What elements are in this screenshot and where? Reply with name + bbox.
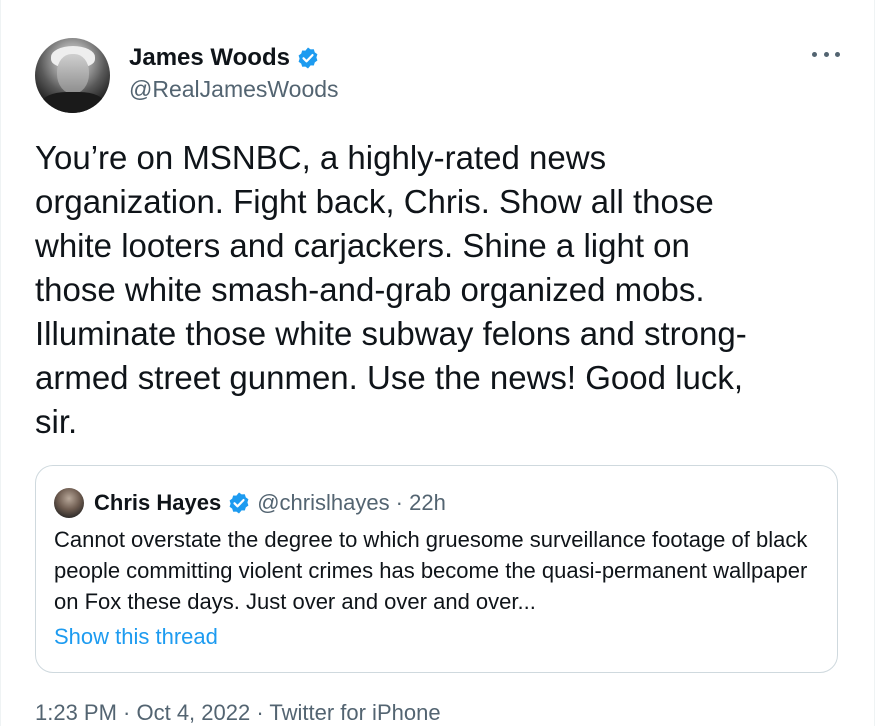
tweet-timestamp[interactable]: 1:23 PM · Oct 4, 2022 · Twitter for iPho…: [35, 700, 441, 726]
quoted-tweet-header: Chris Hayes @chrislhayes · 22h: [54, 488, 446, 518]
author-avatar[interactable]: [35, 38, 110, 113]
quoted-author-handle-time: @chrislhayes · 22h: [257, 490, 446, 515]
more-horizontal-icon[interactable]: [812, 44, 840, 64]
quoted-author-name: Chris Hayes: [94, 490, 222, 515]
quoted-tweet[interactable]: Chris Hayes @chrislhayes · 22h Cannot ov…: [35, 465, 838, 673]
author-name-row: James Woods: [129, 44, 320, 72]
avatar-suit: [41, 92, 105, 113]
more-dot: [835, 51, 840, 57]
quoted-author-avatar: [54, 488, 84, 518]
more-dot: [823, 51, 829, 57]
avatar-face: [57, 54, 89, 94]
verified-badge-icon: [229, 492, 249, 514]
quoted-tweet-text: Cannot overstate the degree to which gru…: [54, 527, 808, 614]
author-handle[interactable]: @RealJamesWoods: [129, 76, 339, 103]
verified-badge-icon: [298, 47, 318, 69]
author-name[interactable]: James Woods: [129, 44, 290, 72]
tweet-text: You’re on MSNBC, a highly-rated news org…: [35, 139, 747, 440]
more-dot: [812, 51, 817, 57]
show-thread-link[interactable]: Show this thread: [54, 624, 218, 650]
tweet-card: James Woods @RealJamesWoods You’re on MS…: [0, 0, 875, 726]
